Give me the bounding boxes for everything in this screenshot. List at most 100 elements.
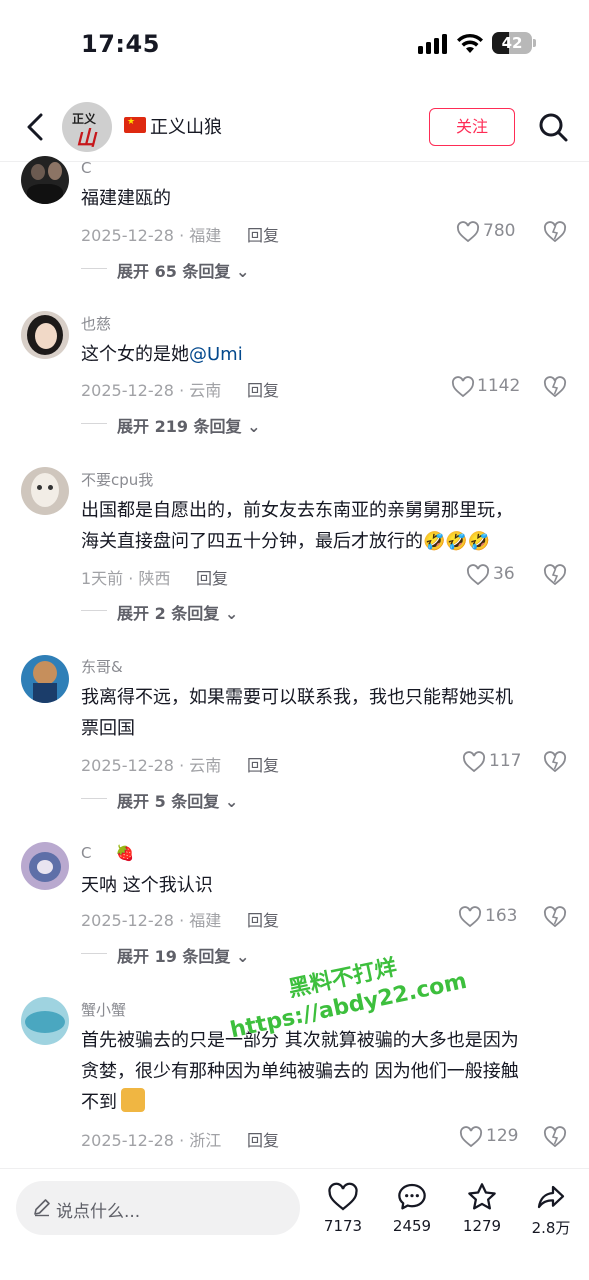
dislike-icon[interactable] [543,220,567,244]
expand-replies-label: 展开 219 条回复 [117,417,242,436]
like-button[interactable]: 36 [466,562,522,588]
star-icon [468,1183,496,1210]
chevron-down-icon: ⌄ [236,262,250,281]
dislike-icon[interactable] [543,375,567,399]
cellular-signal-icon [418,34,448,54]
comment-text-body: 海关直接盘问了四五十分钟，最后才放行的 [81,531,423,552]
like-button[interactable]: 780 [456,219,516,245]
comment-text: 我离得不远，如果需要可以联系我，我也只能帮她买机 票回国 [81,682,561,744]
heart-icon [458,906,482,928]
pencil-icon [34,1199,50,1217]
like-button[interactable]: 1142 [451,374,521,400]
like-post-count: 7173 [323,1217,363,1235]
comment-text-line: 票回国 [81,718,135,739]
commenter-name[interactable]: 蟹小蟹 [81,999,126,1020]
comment-count: 2459 [392,1217,432,1235]
rofl-emoji-icon: 🤣🤣🤣 [423,531,491,552]
comment-input[interactable]: 说点什么... [16,1181,300,1235]
comment-bubble-icon [398,1183,426,1210]
commenter-avatar[interactable] [21,655,69,703]
like-post-button[interactable]: 7173 [313,1181,373,1251]
commenter-name[interactable]: 也慈 [81,313,111,334]
favorite-button[interactable]: 1279 [452,1181,512,1251]
heart-icon [451,376,475,398]
status-bar: 17:45 42 [0,0,589,90]
expand-replies-button[interactable]: 展开 19 条回复 ⌄ [117,943,249,967]
expand-replies-button[interactable]: 展开 2 条回复 ⌄ [117,600,238,624]
comment-date-location: 2025-12-28 · 云南 [81,756,222,775]
chevron-down-icon: ⌄ [224,604,239,623]
dislike-icon[interactable] [543,750,567,774]
commenter-avatar[interactable] [21,467,69,515]
divider [81,798,107,799]
heart-icon [459,1126,483,1148]
comment-input-placeholder: 说点什么... [56,1202,141,1222]
chevron-down-icon: ⌄ [247,417,261,436]
comment-text-line: 贪婪，很少有那种因为单纯被骗去的 因为他们一般接触 [81,1061,519,1082]
like-count: 129 [486,1126,519,1146]
comment-date-location: 2025-12-28 · 福建 [81,911,222,930]
reply-button[interactable]: 回复 [196,565,228,589]
reply-button[interactable]: 回复 [247,222,279,246]
comment-text-body: 不到 [81,1092,117,1113]
comment-text: 福建建瓯的 [81,188,171,209]
commenter-avatar[interactable] [21,156,69,204]
commenter-name[interactable]: C 🍓 [81,844,134,862]
bottom-action-bar: 说点什么... 7173 2459 1279 2.8万 [0,1168,589,1280]
commenter-avatar[interactable] [21,842,69,890]
commenter-avatar[interactable] [21,997,69,1045]
comment-text-body: 这个女的是她 [81,344,189,365]
follow-button[interactable]: 关注 [429,108,515,146]
expand-replies-label: 展开 65 条回复 [117,262,231,281]
reply-button[interactable]: 回复 [247,377,279,401]
dislike-icon[interactable] [543,1125,567,1149]
reply-button[interactable]: 回复 [247,1127,279,1151]
like-button[interactable]: 129 [459,1124,519,1150]
comment-date-location: 1天前 · 陕西 [81,569,171,588]
author-avatar[interactable]: 正义 山狼 [62,102,112,152]
expand-replies-button[interactable]: 展开 65 条回复 ⌄ [117,258,249,282]
battery-level: 42 [501,34,523,52]
divider [81,610,107,611]
divider [81,423,107,424]
reply-button[interactable]: 回复 [247,907,279,931]
expand-replies-label: 展开 2 条回复 [117,604,220,623]
expand-replies-button[interactable]: 展开 219 条回复 ⌄ [117,413,261,437]
comment-text-line: 出国都是自愿出的，前女友去东南亚的亲舅舅那里玩， [81,500,513,521]
heart-icon [462,751,486,773]
back-icon[interactable] [20,110,50,144]
share-arrow-icon [537,1185,565,1209]
comment-text-line: 首先被骗去的只是一部分 其次就算被骗的大多也是因为 [81,1030,519,1051]
comment-text: 天呐 这个我认识 [81,875,213,896]
dislike-icon[interactable] [543,563,567,587]
comment-text-line: 海关直接盘问了四五十分钟，最后才放行的🤣🤣🤣 [81,526,561,557]
heart-icon [456,221,480,243]
search-icon[interactable] [537,110,569,144]
status-time: 17:45 [81,30,160,58]
dislike-icon[interactable] [543,905,567,929]
comment-text: 首先被骗去的只是一部分 其次就算被骗的大多也是因为 贪婪，很少有那种因为单纯被骗… [81,1025,561,1118]
comment-date-location: 2025-12-28 · 浙江 [81,1131,222,1150]
like-button[interactable]: 117 [462,749,522,775]
heart-icon [466,564,490,586]
reply-button[interactable]: 回复 [247,752,279,776]
like-button[interactable]: 163 [458,904,520,930]
favorite-count: 1279 [462,1217,502,1235]
comment-date-location: 2025-12-28 · 福建 [81,226,222,245]
like-count: 163 [485,906,518,926]
comments-button[interactable]: 2459 [382,1181,442,1251]
china-flag-icon: ★ [124,117,146,133]
strawberry-icon: 🍓 [115,844,135,862]
commenter-name[interactable]: 不要cpu我 [81,469,153,490]
like-count: 117 [489,751,522,771]
expand-replies-button[interactable]: 展开 5 条回复 ⌄ [117,788,238,812]
commenter-name[interactable]: C [81,159,91,177]
commenter-name[interactable]: 东哥& [81,656,123,677]
chevron-down-icon: ⌄ [236,947,250,966]
share-button[interactable]: 2.8万 [521,1181,581,1251]
author-name[interactable]: 正义山狼 [150,113,222,139]
commenter-avatar[interactable] [21,311,69,359]
divider [81,953,107,954]
mention-link[interactable]: @Umi [189,344,243,365]
comment-text-line: 不到 [81,1087,561,1118]
